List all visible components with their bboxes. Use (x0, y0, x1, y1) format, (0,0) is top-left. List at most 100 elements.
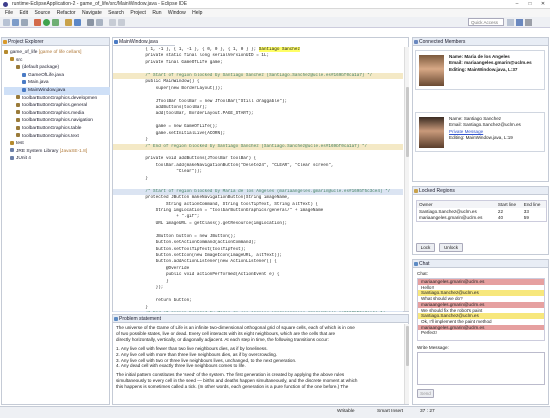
writable-status: Writable (337, 409, 355, 414)
quick-access-input[interactable]: Quick Access (468, 18, 504, 26)
tree-item[interactable]: src (4, 57, 110, 65)
locked-regions-panel: Locked Regions Owner Start line End line S… (412, 186, 549, 255)
tree-node-icon (16, 125, 20, 130)
member-photo (419, 55, 444, 86)
private-message-link[interactable]: Private Message (449, 129, 483, 134)
tree-item[interactable]: toolbarButtonGraphics.general (4, 102, 110, 110)
menu-file[interactable]: File (5, 9, 13, 17)
tree-item[interactable]: JRE System Library [JavaSE-1.8] (4, 148, 110, 156)
problem-statement-text: The universe of the Game of Life is an i… (113, 325, 403, 405)
minimize-button[interactable]: – (511, 0, 523, 8)
maximize-button[interactable]: □ (524, 0, 536, 8)
code-line: /* End of region blocked by Maria de los… (113, 310, 403, 312)
open-perspective-icon[interactable] (507, 19, 514, 26)
member-card: Name: Maria de los Angeles Email: mariaa… (415, 50, 545, 90)
tree-item[interactable]: test (4, 140, 110, 148)
table-row[interactable]: mariaangeles.gmarin@uclm.es 40 59 (417, 215, 547, 222)
tree-item[interactable]: toolbarButtonGraphics.developmen (4, 95, 110, 103)
member-name: Santiago Sanchez (463, 116, 502, 121)
close-window-button[interactable]: ✕ (537, 0, 549, 8)
chat-label: Chat: (417, 271, 428, 276)
tree-item[interactable]: toolbarButtonGraphics.text (4, 133, 110, 141)
tree-item[interactable]: toolbarButtonGraphics.media (4, 110, 110, 118)
editor-scrollbar[interactable] (404, 47, 409, 311)
save-icon[interactable] (12, 19, 19, 26)
java-file-icon (114, 40, 118, 44)
tree-node-icon (22, 80, 26, 85)
menu-run[interactable]: Run (152, 9, 161, 17)
message-input[interactable] (417, 352, 545, 385)
unlock-button[interactable]: Unlock (439, 243, 463, 252)
menu-search[interactable]: Search (108, 9, 124, 17)
column-header[interactable]: End line (522, 201, 547, 208)
search-icon[interactable] (87, 19, 94, 26)
member-editing: MainWindow.java, L:37 (467, 66, 518, 72)
back-arrow-icon[interactable] (109, 19, 116, 26)
tree-item[interactable]: MainWindow.java (4, 86, 110, 95)
debug-perspective-icon[interactable] (525, 19, 532, 26)
chat-tab[interactable]: Chat (413, 260, 548, 268)
menu-navigate[interactable]: Navigate (82, 9, 102, 17)
tree-node-icon (16, 102, 20, 107)
locked-regions-tab[interactable]: Locked Regions (413, 187, 548, 195)
run-icon[interactable] (43, 19, 50, 26)
menu-project[interactable]: Project (130, 9, 146, 17)
new-class-icon[interactable] (74, 19, 81, 26)
member-editing: MainWindow.java, L:19 (465, 134, 513, 140)
menu-window[interactable]: Window (168, 9, 186, 17)
tree-item[interactable]: toolbarButtonGraphics.table (4, 125, 110, 133)
window-title: runtime-EclipseApplication-2 - game_of_l… (12, 1, 188, 7)
run-external-icon[interactable] (52, 19, 59, 26)
tree-item[interactable]: toolbarButtonGraphics.navigation (4, 117, 110, 125)
tree-item[interactable]: (default package) (4, 64, 110, 72)
tree-item[interactable]: JUnit 4 (4, 155, 110, 163)
member-email: mariaangeles.gmarin@uclm.es (464, 60, 532, 66)
tree-node-icon (4, 49, 8, 54)
new-package-icon[interactable] (65, 19, 72, 26)
open-type-icon[interactable] (96, 19, 103, 26)
java-perspective-icon[interactable] (516, 19, 523, 26)
debug-icon[interactable] (34, 19, 41, 26)
menu-edit[interactable]: Edit (19, 9, 28, 17)
member-email: Santiago.Sanchez@uclm.es (463, 122, 521, 128)
write-message-label: Write Message: (417, 345, 449, 350)
editing-user-tag: Santiago Sanchez (258, 47, 301, 52)
connected-members-panel: Connected Members Name: Maria de los Ang… (412, 37, 549, 182)
problem-statement-tab[interactable]: Problem statement (113, 315, 408, 323)
members-icon (414, 40, 418, 44)
tree-node-icon (22, 72, 26, 77)
locked-regions-table: Owner Start line End line Santiago.Sanchez… (416, 200, 547, 222)
cursor-position: 37 : 27 (420, 409, 435, 414)
new-icon[interactable] (3, 19, 10, 26)
tree-node-icon (10, 156, 14, 161)
forward-arrow-icon[interactable] (118, 19, 125, 26)
menu-help[interactable]: Help (192, 9, 202, 17)
lock-button[interactable]: Lock (416, 243, 435, 252)
code-area[interactable]: { 1, -1 }, { 1, -1 }, { 0, 0 }, { 1, 0 }… (113, 47, 403, 312)
menu-refactor[interactable]: Refactor (57, 9, 76, 17)
chat-icon (414, 262, 418, 266)
tree-item[interactable]: game_of_life [game of life cellars] (4, 49, 110, 57)
chat-message: Perfect! (421, 330, 437, 336)
insert-mode-status: Smart Insert (377, 409, 404, 414)
column-header[interactable]: Start line (496, 201, 522, 208)
tree-node-icon (16, 95, 20, 100)
project-explorer-panel: Project Explorer game_of_life [game of l… (1, 37, 110, 405)
save-all-icon[interactable] (21, 19, 28, 26)
connected-members-tab[interactable]: Connected Members (413, 38, 548, 46)
tree-node-icon (16, 118, 20, 123)
tree-node-icon (16, 133, 20, 138)
eclipse-logo-icon (3, 2, 8, 7)
column-header[interactable]: Owner (417, 201, 496, 208)
table-row[interactable]: Santiago.Sanchez@uclm.es 22 33 (417, 208, 547, 215)
editor-tab-mainwindow[interactable]: MainWindow.java (113, 38, 175, 46)
project-explorer-tab[interactable]: Project Explorer (2, 38, 109, 46)
chat-history: mariaangeles.gmarin@uclm.es Hello!! Santi… (417, 278, 545, 341)
tree-item[interactable]: GameOfLife.java (4, 72, 110, 80)
send-button[interactable]: Send (417, 389, 434, 398)
problem-scrollbar[interactable] (404, 324, 409, 404)
tree-node-icon (22, 87, 26, 92)
menu-source[interactable]: Source (34, 9, 50, 17)
tree-item[interactable]: Main.java (4, 79, 110, 87)
problem-line: this happens is sometimes called a tick.… (116, 384, 349, 390)
